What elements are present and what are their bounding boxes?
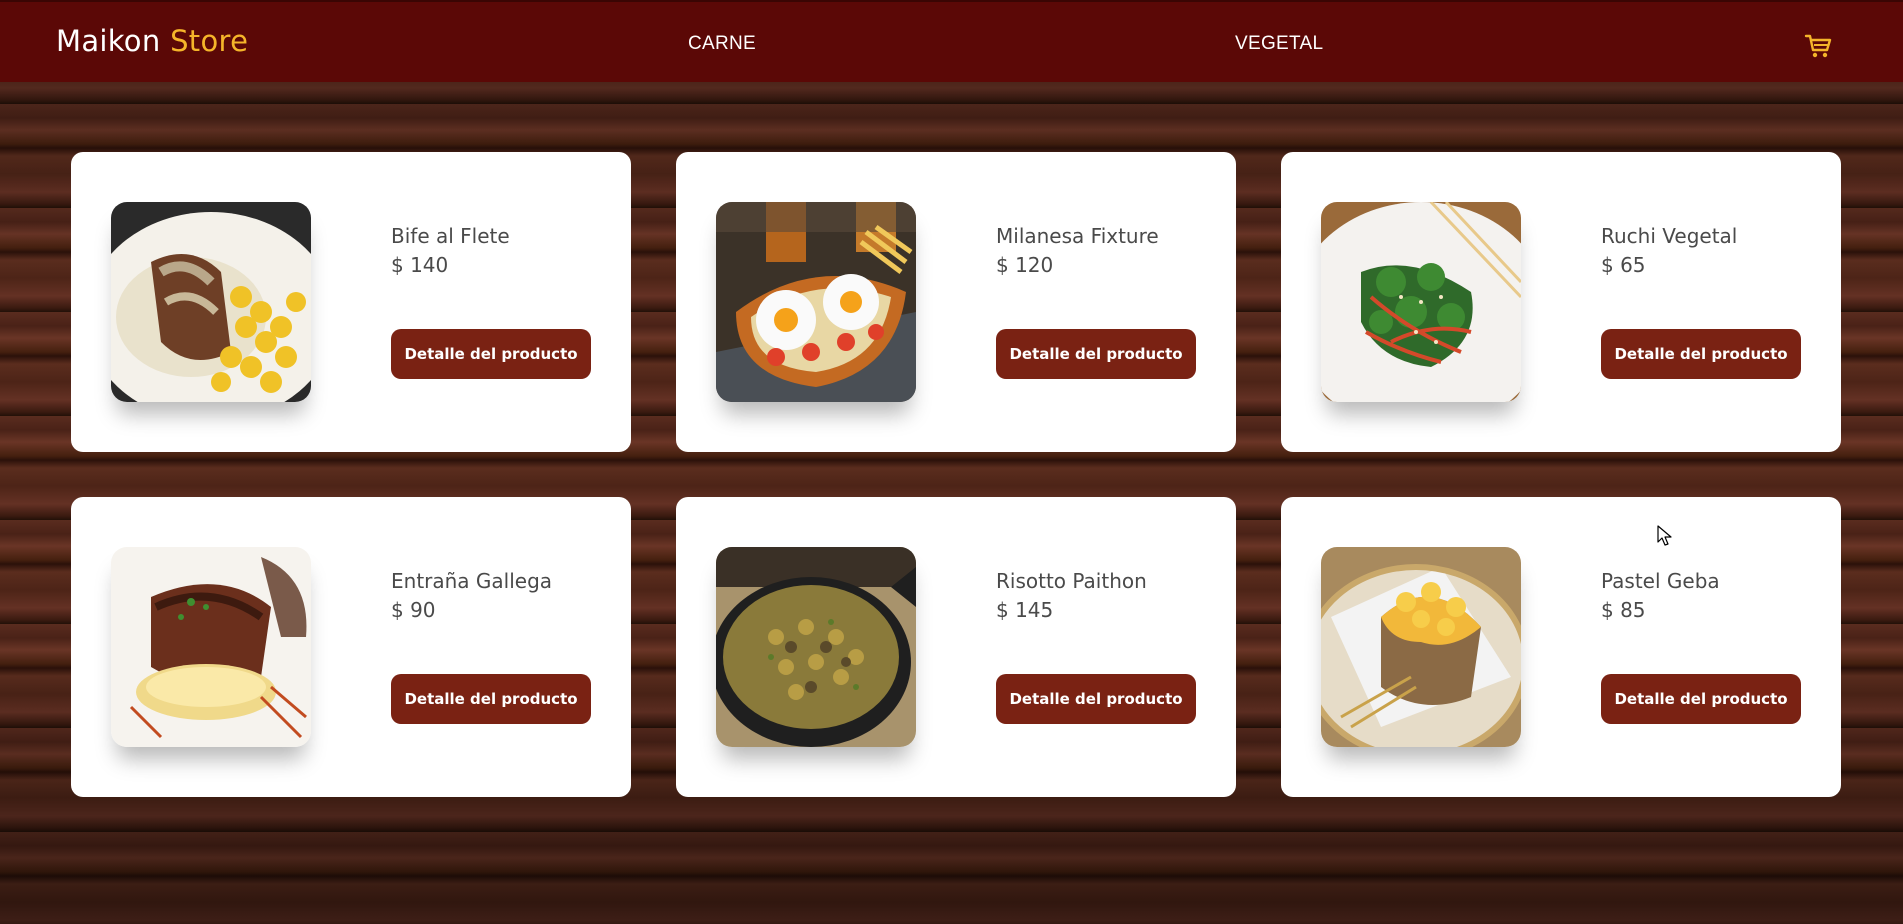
product-image[interactable] xyxy=(716,547,916,747)
product-image[interactable] xyxy=(111,202,311,402)
product-detail-button[interactable]: Detalle del producto xyxy=(1601,674,1801,724)
product-detail-button[interactable]: Detalle del producto xyxy=(391,674,591,724)
product-name: Ruchi Vegetal xyxy=(1601,224,1738,248)
product-name: Entraña Gallega xyxy=(391,569,553,593)
product-price: $ 145 xyxy=(996,598,1054,622)
product-card: Entraña Gallega $ 90 Detalle del product… xyxy=(71,497,631,797)
product-detail-button[interactable]: Detalle del producto xyxy=(996,674,1196,724)
nav-link-carne[interactable]: CARNE xyxy=(688,33,756,55)
product-card: Milanesa Fixture $ 120 Detalle del produ… xyxy=(676,152,1236,452)
product-price: $ 65 xyxy=(1601,253,1646,277)
product-name: Milanesa Fixture xyxy=(996,224,1159,248)
product-image[interactable] xyxy=(1321,202,1521,402)
product-detail-button[interactable]: Detalle del producto xyxy=(996,329,1196,379)
mouse-cursor-icon xyxy=(1657,525,1672,546)
product-price: $ 120 xyxy=(996,253,1054,277)
product-name: Bife al Flete xyxy=(391,224,510,248)
nav-link-vegetal[interactable]: VEGETAL xyxy=(1235,33,1323,55)
product-name: Pastel Geba xyxy=(1601,569,1720,593)
product-card: Bife al Flete $ 140 Detalle del producto xyxy=(71,152,631,452)
product-image[interactable] xyxy=(111,547,311,747)
product-card: Ruchi Vegetal $ 65 Detalle del producto xyxy=(1281,152,1841,452)
brand-name: Maikon xyxy=(56,24,161,58)
cart-icon[interactable] xyxy=(1804,32,1832,60)
product-image[interactable] xyxy=(716,202,916,402)
product-detail-button[interactable]: Detalle del producto xyxy=(1601,329,1801,379)
product-card: Pastel Geba $ 85 Detalle del producto xyxy=(1281,497,1841,797)
product-detail-button[interactable]: Detalle del producto xyxy=(391,329,591,379)
product-price: $ 85 xyxy=(1601,598,1646,622)
brand-accent: Store xyxy=(170,24,249,58)
product-name: Risotto Paithon xyxy=(996,569,1147,593)
brand-logo[interactable]: Maikon Store xyxy=(56,24,248,58)
navbar: Maikon Store CARNE VEGETAL xyxy=(0,0,1903,82)
product-price: $ 90 xyxy=(391,598,436,622)
product-price: $ 140 xyxy=(391,253,449,277)
product-image[interactable] xyxy=(1321,547,1521,747)
product-card: Risotto Paithon $ 145 Detalle del produc… xyxy=(676,497,1236,797)
